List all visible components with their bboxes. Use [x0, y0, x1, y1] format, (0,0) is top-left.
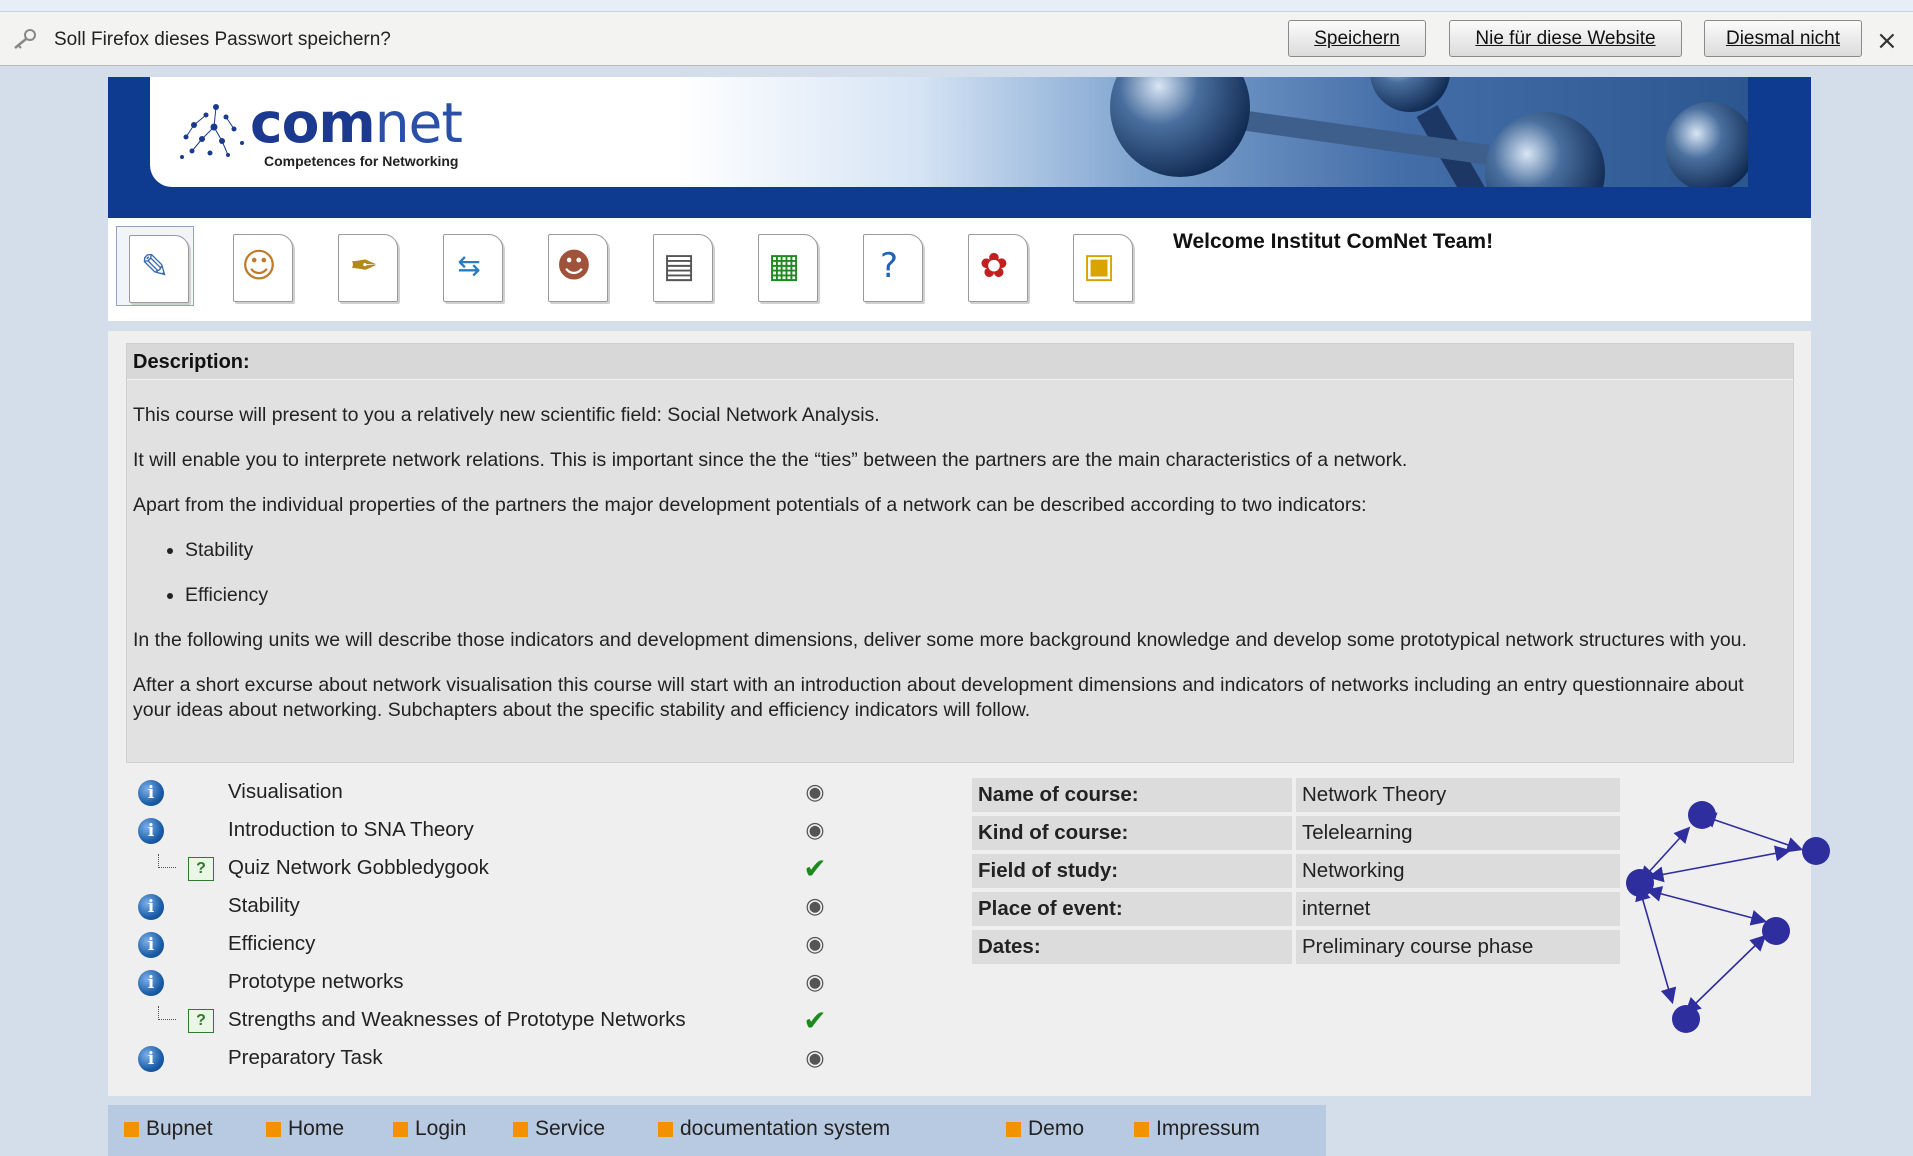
header-banner: comnet Competences for Networking — [108, 77, 1811, 218]
save-password-button[interactable]: Speichern — [1288, 20, 1426, 57]
unit-link[interactable]: Visualisation — [228, 780, 343, 804]
field-of-study-value: Networking — [1296, 854, 1620, 888]
unit-link[interactable]: Efficiency — [228, 932, 315, 956]
dates-label: Dates: — [972, 930, 1292, 964]
field-of-study-label: Field of study: — [972, 854, 1292, 888]
footer-link-service[interactable]: Service — [513, 1117, 605, 1141]
cd-icon: ◉ — [805, 779, 825, 804]
footer-link-documentation[interactable]: documentation system — [658, 1117, 890, 1141]
place-of-event-label: Place of event: — [972, 892, 1292, 926]
table-row: Name of course: Network Theory — [972, 778, 1620, 812]
name-of-course-label: Name of course: — [972, 778, 1292, 812]
info-icon: i — [138, 1046, 164, 1072]
table-row: Kind of course: Telelearning — [972, 816, 1620, 850]
dates-value: Preliminary course phase — [1296, 930, 1620, 964]
description-paragraph: In the following units we will describe … — [133, 629, 1747, 651]
cd-icon: ◉ — [805, 893, 825, 918]
logo-network-icon — [180, 104, 244, 159]
info-icon: i — [138, 780, 164, 806]
description-paragraph: Apart from the individual properties of … — [133, 494, 1367, 516]
footer-link-impressum[interactable]: Impressum — [1134, 1117, 1260, 1141]
list-item: Efficiency — [185, 583, 1787, 608]
unit-link[interactable]: Introduction to SNA Theory — [228, 818, 474, 842]
name-of-course-value: Network Theory — [1296, 778, 1620, 812]
logo-subtitle: Competences for Networking — [264, 153, 459, 169]
unit-row[interactable]: i Visualisation ◉ — [132, 774, 952, 810]
unit-link[interactable]: Prototype networks — [228, 970, 403, 994]
table-row: Field of study: Networking — [972, 854, 1620, 888]
kind-of-course-label: Kind of course: — [972, 816, 1292, 850]
pen-icon[interactable]: ✒ — [326, 226, 404, 306]
info-icon: i — [138, 818, 164, 844]
unit-row[interactable]: i Stability ◉ — [132, 888, 952, 924]
description-panel: Description: This course will present to… — [126, 343, 1794, 763]
unit-link[interactable]: Strengths and Weaknesses of Prototype Ne… — [228, 1008, 686, 1032]
info-icon: i — [138, 894, 164, 920]
not-now-button[interactable]: Diesmal nicht — [1704, 20, 1862, 57]
cd-icon: ◉ — [805, 1045, 825, 1070]
cd-icon: ◉ — [805, 931, 825, 956]
arrows-icon[interactable]: ⇆ — [431, 226, 509, 306]
footer-link-demo[interactable]: Demo — [1006, 1117, 1084, 1141]
unit-row[interactable]: ? Strengths and Weaknesses of Prototype … — [132, 1002, 952, 1038]
chart-icon[interactable]: ▦ — [746, 226, 824, 306]
description-paragraph: This course will present to you a relati… — [133, 404, 880, 426]
page-container: comnet Competences for Networking ✎ ☺ ✒ … — [108, 77, 1830, 1096]
checkmark-icon: ✔ — [803, 852, 827, 885]
quiz-icon: ? — [188, 1009, 214, 1033]
unit-link[interactable]: Stability — [228, 894, 300, 918]
password-prompt-text: Soll Firefox dieses Passwort speichern? — [54, 29, 391, 50]
password-save-notification: Soll Firefox dieses Passwort speichern? … — [0, 12, 1913, 66]
unit-row[interactable]: i Prototype networks ◉ — [132, 964, 952, 1000]
checkmark-icon: ✔ — [803, 1004, 827, 1037]
never-save-button[interactable]: Nie für diese Website — [1449, 20, 1682, 57]
info-icon: i — [138, 932, 164, 958]
kind-of-course-value: Telelearning — [1296, 816, 1620, 850]
footer-link-bupnet[interactable]: Bupnet — [124, 1117, 213, 1141]
unit-row[interactable]: i Efficiency ◉ — [132, 926, 952, 962]
indicator-list: Stability Efficiency — [185, 538, 1787, 608]
quiz-icon: ? — [188, 857, 214, 881]
unit-row[interactable]: i Introduction to SNA Theory ◉ — [132, 812, 952, 848]
footer-nav: Bupnet Home Login Service documentation … — [108, 1105, 1326, 1156]
comnet-logo: comnet — [250, 91, 463, 155]
info-icon: i — [138, 970, 164, 996]
cd-icon: ◉ — [805, 817, 825, 842]
unit-link[interactable]: Preparatory Task — [228, 1046, 383, 1070]
cd-icon: ◉ — [805, 969, 825, 994]
description-paragraph: After a short excurse about network visu… — [133, 674, 1744, 721]
description-paragraph: It will enable you to interprete network… — [133, 449, 1408, 471]
unit-row[interactable]: ? Quiz Network Gobbledygook ✔ — [132, 850, 952, 886]
description-heading: Description: — [127, 344, 1793, 380]
network-graph-illustration — [1626, 801, 1830, 1033]
tree-branch-line — [158, 1006, 176, 1020]
welcome-message: Welcome Institut ComNet Team! — [1173, 230, 1494, 253]
bug-icon[interactable]: ✿ — [956, 226, 1034, 306]
list-item: Stability — [185, 538, 1787, 563]
footer-link-login[interactable]: Login — [393, 1117, 466, 1141]
unit-row[interactable]: i Preparatory Task ◉ — [132, 1040, 952, 1076]
main-content: Description: This course will present to… — [108, 331, 1830, 1096]
archive-icon[interactable]: ▤ — [641, 226, 719, 306]
course-info-table: Name of course: Network Theory Kind of c… — [968, 774, 1624, 968]
user-icon[interactable]: ☺ — [221, 226, 299, 306]
edit-icon[interactable]: ✎ — [116, 226, 194, 306]
banner-image: comnet Competences for Networking — [150, 77, 1748, 187]
help-icon[interactable]: ? — [851, 226, 929, 306]
tree-branch-line — [158, 854, 176, 868]
description-body: This course will present to you a relati… — [127, 403, 1793, 723]
close-icon[interactable]: × — [1876, 26, 1898, 56]
place-of-event-value: internet — [1296, 892, 1620, 926]
key-icon — [14, 29, 36, 49]
table-row: Place of event: internet — [972, 892, 1620, 926]
footer-link-home[interactable]: Home — [266, 1117, 344, 1141]
window-title-bar — [0, 0, 1913, 12]
unit-link[interactable]: Quiz Network Gobbledygook — [228, 856, 489, 880]
lock-icon[interactable]: ▣ — [1061, 226, 1139, 306]
group-icon[interactable]: ☻ — [536, 226, 614, 306]
molecule-graphic — [1110, 77, 1748, 187]
module-toolbar: ✎ ☺ ✒ ⇆ ☻ ▤ ▦ ? ✿ ▣ Welcome Institut Com… — [108, 218, 1811, 321]
table-row: Dates: Preliminary course phase — [972, 930, 1620, 964]
